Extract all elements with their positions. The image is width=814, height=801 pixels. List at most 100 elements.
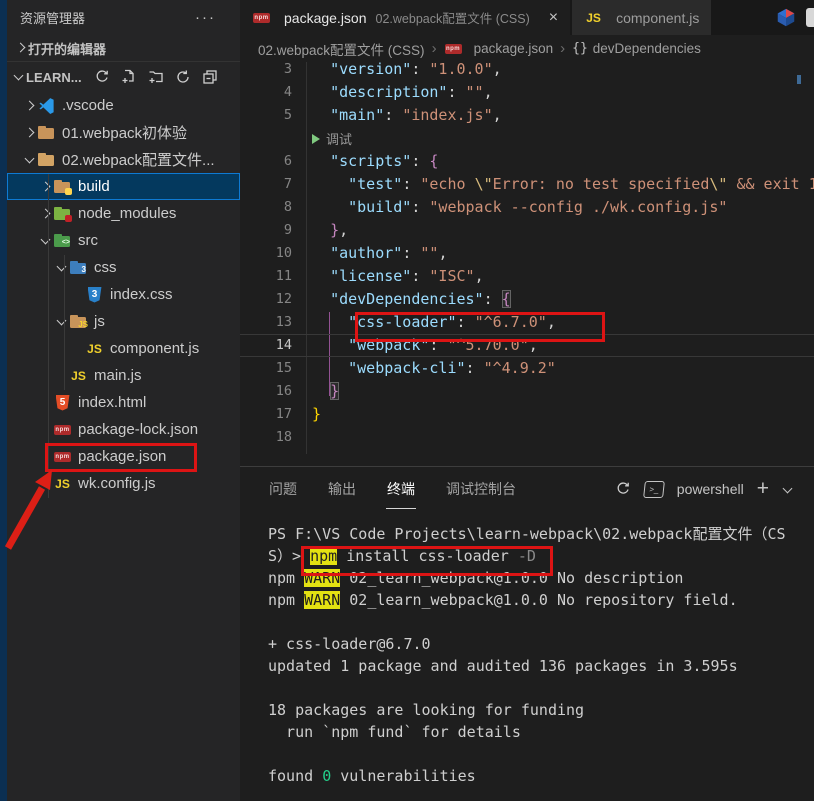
line-number[interactable]: 4: [240, 81, 292, 104]
code-line-18[interactable]: 18: [240, 426, 814, 449]
tab-package-json[interactable]: npm package.json 02.webpack配置文件 (CSS) ×: [240, 0, 571, 35]
editor-action-cube-icon[interactable]: [775, 7, 797, 29]
line-number[interactable]: 7: [240, 173, 292, 196]
line-number[interactable]: 12: [240, 288, 292, 311]
code-line-11[interactable]: 11 "license": "ISC",: [240, 265, 814, 288]
terminal[interactable]: PS F:\VS Code Projects\learn-webpack\02.…: [240, 511, 814, 787]
code-editor[interactable]: 3 "version": "1.0.0", 4 "description": ""…: [240, 62, 814, 466]
line-number[interactable]: 6: [240, 150, 292, 173]
code-line-6[interactable]: 6 "scripts": {: [240, 150, 814, 173]
line-number[interactable]: 16: [240, 380, 292, 403]
code-line-3[interactable]: 3 "version": "1.0.0",: [240, 62, 814, 81]
terminal-line: npm WARN 02_learn_webpack@1.0.0 No descr…: [268, 569, 684, 587]
code-line-12[interactable]: 12 "devDependencies": {: [240, 288, 814, 311]
tree-item-vscode[interactable]: .vscode: [7, 92, 240, 119]
tabbar-spacer: [711, 0, 775, 35]
npm-icon: npm: [444, 40, 463, 57]
tree-indent-guide: [48, 174, 49, 498]
chevron-down-icon[interactable]: [782, 483, 794, 495]
line-content: "description": "",: [330, 83, 493, 101]
close-icon[interactable]: ×: [549, 9, 558, 27]
code-line-5[interactable]: 5 "main": "index.js",: [240, 104, 814, 127]
new-folder-icon[interactable]: [148, 69, 164, 85]
more-actions-icon[interactable]: ···: [195, 10, 216, 25]
tree-item-index-css[interactable]: 3 index.css: [7, 281, 240, 308]
codelens-label: 调试: [326, 132, 353, 147]
tree-item-css[interactable]: 3 css: [7, 254, 240, 281]
breadcrumb-label: devDependencies: [592, 41, 701, 56]
line-content: }: [312, 405, 322, 423]
tree-item-01-webpack[interactable]: 01.webpack初体验: [7, 119, 240, 146]
explorer-header: 资源管理器 ···: [7, 0, 240, 35]
line-number[interactable]: 14: [240, 334, 292, 357]
tree-item-node-modules[interactable]: node_modules: [7, 200, 240, 227]
line-number[interactable]: 5: [240, 104, 292, 127]
tab-component-js[interactable]: JS component.js: [572, 0, 712, 35]
vscode-icon: [37, 97, 56, 114]
line-number[interactable]: 13: [240, 311, 292, 334]
terminal-line: found 0 vulnerabilities: [268, 767, 476, 785]
terminal-line: + css-loader@6.7.0: [268, 635, 431, 653]
codelens-debug[interactable]: 调试: [240, 127, 814, 150]
line-number[interactable]: 15: [240, 357, 292, 380]
workspace-section-header[interactable]: LEARN...: [7, 61, 240, 92]
collapse-all-icon[interactable]: [202, 69, 218, 85]
sync-icon[interactable]: [94, 69, 110, 85]
line-content: "version": "1.0.0",: [330, 62, 502, 78]
code-line-15[interactable]: 15 "webpack-cli": "^4.9.2": [240, 357, 814, 380]
breadcrumb-item-02-webpack-css[interactable]: 02.webpack配置文件 (CSS): [258, 39, 425, 59]
tree-item-02-webpack[interactable]: 02.webpack配置文件...: [7, 146, 240, 173]
code-line-9[interactable]: 9 },: [240, 219, 814, 242]
tree-item-package-json[interactable]: npm package.json: [7, 443, 240, 470]
new-terminal-icon[interactable]: +: [757, 478, 769, 499]
panel-tab-item[interactable]: 输出: [327, 475, 357, 503]
line-number[interactable]: 10: [240, 242, 292, 265]
vscode-window: 资源管理器 ··· 打开的编辑器 LEARN... .vscode 01.webp…: [0, 0, 814, 801]
code-line-10[interactable]: 10 "author": "",: [240, 242, 814, 265]
code-line-4[interactable]: 4 "description": "",: [240, 81, 814, 104]
tree-item-main-js[interactable]: JS main.js: [7, 362, 240, 389]
open-editors-section[interactable]: 打开的编辑器: [7, 35, 240, 61]
breadcrumb-item-devdependencies[interactable]: {} devDependencies: [572, 41, 701, 56]
line-number[interactable]: 3: [240, 62, 292, 81]
line-number[interactable]: 11: [240, 265, 292, 288]
tree-item-component-js[interactable]: JS component.js: [7, 335, 240, 362]
code-line-8[interactable]: 8 "build": "webpack --config ./wk.config…: [240, 196, 814, 219]
new-file-icon[interactable]: [121, 69, 137, 85]
overview-ruler-mark: [797, 75, 801, 84]
code-line-7[interactable]: 7 "test": "echo \"Error: no test specifi…: [240, 173, 814, 196]
tree-item-index-html[interactable]: 5 index.html: [7, 389, 240, 416]
line-number[interactable]: 9: [240, 219, 292, 242]
line-number[interactable]: 18: [240, 426, 292, 449]
tree-item-build[interactable]: build: [7, 173, 240, 200]
terminal-line: updated 1 package and audited 136 packag…: [268, 657, 738, 675]
code-line-16[interactable]: 16 }: [240, 380, 814, 403]
refresh-icon[interactable]: [175, 69, 191, 85]
tree-item-label: package.json: [78, 448, 167, 465]
editor-area: npm package.json 02.webpack配置文件 (CSS) × JS co…: [240, 0, 814, 801]
chevron-right-icon: [37, 179, 53, 195]
panel-tab-item[interactable]: 调试控制台: [445, 475, 517, 503]
breadcrumb-item-package-json[interactable]: npm package.json: [444, 40, 553, 57]
panel-tab-item[interactable]: 终端: [386, 475, 416, 509]
tree-item-src[interactable]: <> src: [7, 227, 240, 254]
tree-item-wk-config-js[interactable]: JS wk.config.js: [7, 470, 240, 497]
code-line-14[interactable]: 14 "webpack": "^5.70.0",: [240, 334, 814, 357]
refresh-terminal-icon[interactable]: [615, 481, 631, 497]
line-number[interactable]: 8: [240, 196, 292, 219]
editor-action-partial-icon[interactable]: [806, 8, 814, 27]
terminal-line: PS F:\VS Code Projects\learn-webpack\02.…: [268, 525, 786, 543]
js-icon: JS: [69, 367, 88, 384]
panel-tab-item[interactable]: 问题: [268, 475, 298, 503]
tree-item-package-lock-json[interactable]: npm package-lock.json: [7, 416, 240, 443]
tab-bar: npm package.json 02.webpack配置文件 (CSS) × JS co…: [240, 0, 814, 35]
tree-item-label: js: [94, 313, 105, 330]
line-content: }: [330, 382, 340, 400]
src-badge: <>: [61, 239, 70, 246]
line-number[interactable]: 17: [240, 403, 292, 426]
code-line-13[interactable]: 13 "css-loader": "^6.7.0",: [240, 311, 814, 334]
tree-item-js[interactable]: JS js: [7, 308, 240, 335]
code-line-17[interactable]: 17}: [240, 403, 814, 426]
powershell-icon[interactable]: >_: [642, 480, 665, 498]
